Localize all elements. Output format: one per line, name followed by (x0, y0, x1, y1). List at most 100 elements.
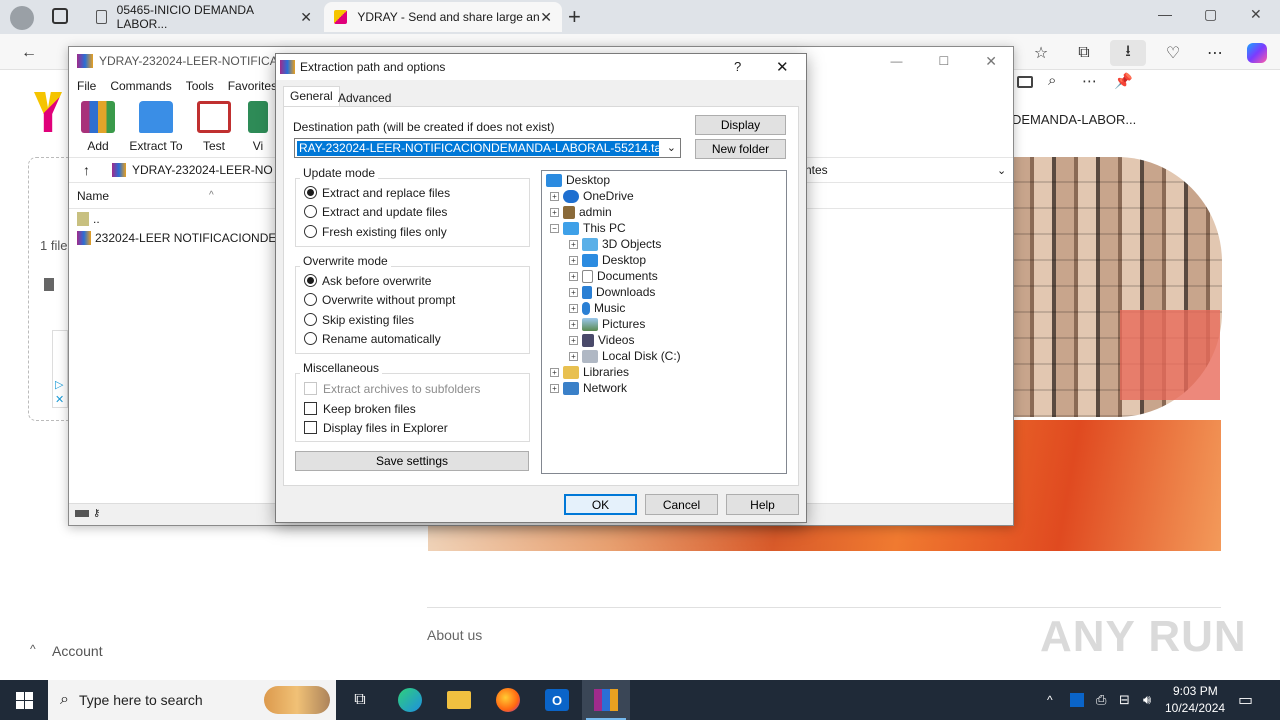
volume-tray-icon[interactable]: 🔊︎ (1143, 680, 1151, 720)
tree-item-music[interactable]: + Music (542, 300, 786, 316)
expand-icon[interactable]: + (550, 383, 559, 393)
save-settings-button[interactable]: Save settings (295, 451, 529, 471)
expand-icon[interactable]: + (569, 319, 578, 329)
new-folder-button[interactable]: New folder (695, 139, 786, 159)
expand-icon[interactable]: + (569, 239, 578, 249)
maximize-button[interactable]: ▢ (1204, 6, 1217, 23)
display-button[interactable]: Display (695, 115, 786, 135)
expand-icon[interactable]: + (550, 207, 559, 217)
notifications-icon[interactable]: ▭ (1238, 680, 1253, 720)
pin-icon[interactable]: 📌 (1114, 72, 1133, 90)
network-tray-icon[interactable]: ⊟ (1119, 680, 1130, 720)
tree-item-documents[interactable]: + Documents (542, 268, 786, 284)
back-icon[interactable]: ← (16, 40, 42, 66)
performance-icon[interactable]: ♡ (1160, 40, 1186, 66)
radio-ask-before[interactable]: Ask before overwrite (304, 271, 431, 290)
more-options-icon[interactable]: ⋯ (1082, 72, 1097, 90)
radio-overwrite-without[interactable]: Overwrite without prompt (304, 290, 455, 309)
folder-tree[interactable]: Desktop + OneDrive + admin − This PC +3D Ob… (541, 170, 787, 474)
close-tab-icon[interactable]: ✕ (540, 9, 552, 26)
expand-icon[interactable]: + (569, 303, 578, 313)
show-hidden-icons[interactable]: ^ (1047, 680, 1053, 720)
tab-inicio-demanda[interactable]: 05465-INICIO DEMANDA LABOR... ✕ (86, 2, 322, 32)
tree-item-onedrive[interactable]: + OneDrive (542, 188, 786, 204)
tree-item-downloads[interactable]: + Downloads (542, 284, 786, 300)
expand-icon[interactable]: + (550, 367, 559, 377)
expand-icon[interactable]: + (569, 335, 578, 345)
check-keep-broken[interactable]: Keep broken files (304, 399, 416, 418)
tree-item-admin[interactable]: + admin (542, 204, 786, 220)
expand-icon[interactable]: + (569, 271, 578, 281)
close-tab-icon[interactable]: ✕ (300, 9, 312, 26)
dialog-help-button[interactable]: ? (734, 59, 741, 74)
copilot-icon[interactable] (1244, 40, 1270, 66)
tree-item-3d-objects[interactable]: +3D Objects (542, 236, 786, 252)
clock-time[interactable]: 9:03 PM (1173, 684, 1218, 698)
expand-icon[interactable]: + (569, 287, 578, 297)
check-display-explorer[interactable]: Display files in Explorer (304, 418, 448, 437)
more-menu-icon[interactable]: ⋯ (1202, 40, 1228, 66)
winrar-close-button[interactable]: ✕ (985, 53, 997, 70)
expand-icon[interactable]: + (569, 351, 578, 361)
menu-favorites[interactable]: Favorites (228, 79, 277, 93)
expand-icon[interactable]: + (569, 255, 578, 265)
ad-info-icon[interactable]: ▷ (55, 378, 63, 391)
account-chevron-icon[interactable]: ^ (30, 642, 36, 656)
ad-close-icon[interactable]: ✕ (55, 393, 64, 406)
outlook-tray-icon[interactable] (1070, 680, 1084, 720)
favorites-icon[interactable]: ☆ (1028, 40, 1054, 66)
help-button[interactable]: Help (726, 494, 799, 515)
tree-item-libraries[interactable]: + Libraries (542, 364, 786, 380)
folder-icon[interactable] (1017, 76, 1033, 88)
cancel-button[interactable]: Cancel (645, 494, 718, 515)
radio-extract-replace[interactable]: Extract and replace files (304, 183, 450, 202)
up-folder-icon[interactable]: ↑ (83, 162, 90, 178)
test-button[interactable]: Test (185, 97, 243, 157)
about-us-link[interactable]: About us (427, 627, 482, 643)
tab-ydray[interactable]: YDRAY - Send and share large an... ✕ (324, 2, 562, 32)
ok-button-face[interactable]: OK (564, 494, 637, 515)
expand-icon[interactable]: + (550, 191, 559, 201)
tree-item-videos[interactable]: + Videos (542, 332, 786, 348)
radio-skip-existing[interactable]: Skip existing files (304, 310, 414, 329)
radio-extract-update[interactable]: Extract and update files (304, 202, 447, 221)
menu-commands[interactable]: Commands (110, 79, 171, 93)
extract-to-button[interactable]: Extract To (127, 97, 185, 157)
tree-item-pictures[interactable]: + Pictures (542, 316, 786, 332)
winrar-maximize-button[interactable]: ☐ (939, 54, 950, 68)
archive-path[interactable]: YDRAY-232024-LEER-NO (132, 163, 273, 177)
firefox-taskbar-icon[interactable] (484, 680, 532, 720)
edge-taskbar-icon[interactable] (386, 680, 434, 720)
tree-item-desktop-root[interactable]: Desktop (542, 172, 786, 188)
menu-tools[interactable]: Tools (186, 79, 214, 93)
tree-item-network[interactable]: + Network (542, 380, 786, 396)
dropdown-arrow-icon[interactable]: ⌄ (667, 141, 676, 154)
collapse-icon[interactable]: − (550, 223, 559, 233)
task-view-button[interactable]: ⧉ (336, 680, 384, 720)
radio-rename-auto[interactable]: Rename automatically (304, 329, 441, 348)
winrar-minimize-button[interactable]: — (891, 54, 903, 68)
clock-date[interactable]: 10/24/2024 (1165, 701, 1225, 715)
tree-item-this-pc[interactable]: − This PC (542, 220, 786, 236)
view-button[interactable]: Vi (243, 97, 273, 157)
profile-avatar[interactable] (10, 6, 34, 30)
meet-tray-icon[interactable]: ⎙ (1096, 680, 1106, 720)
collections-icon[interactable]: ⧉ (1071, 40, 1097, 66)
winrar-taskbar-icon[interactable] (582, 680, 630, 720)
file-explorer-taskbar-icon[interactable] (435, 680, 483, 720)
radio-fresh-existing[interactable]: Fresh existing files only (304, 222, 447, 241)
new-tab-button[interactable]: + (568, 4, 581, 30)
menu-file[interactable]: File (77, 79, 96, 93)
dialog-close-button[interactable]: ✕ (776, 58, 789, 76)
tab-actions-icon[interactable] (52, 8, 68, 24)
tree-item-local-disk[interactable]: + Local Disk (C:) (542, 348, 786, 364)
search-icon[interactable]: ⌕ (1048, 72, 1056, 89)
close-window-button[interactable]: ✕ (1250, 6, 1262, 23)
add-button[interactable]: Add (69, 97, 127, 157)
path-dropdown-icon[interactable]: ⌄ (997, 164, 1006, 177)
outlook-taskbar-icon[interactable]: O (533, 680, 581, 720)
tree-item-desktop[interactable]: + Desktop (542, 252, 786, 268)
taskbar-search-box[interactable]: ⌕ Type here to search (48, 680, 336, 720)
downloads-icon[interactable]: ⭳ (1110, 40, 1146, 66)
account-link[interactable]: Account (52, 643, 103, 659)
